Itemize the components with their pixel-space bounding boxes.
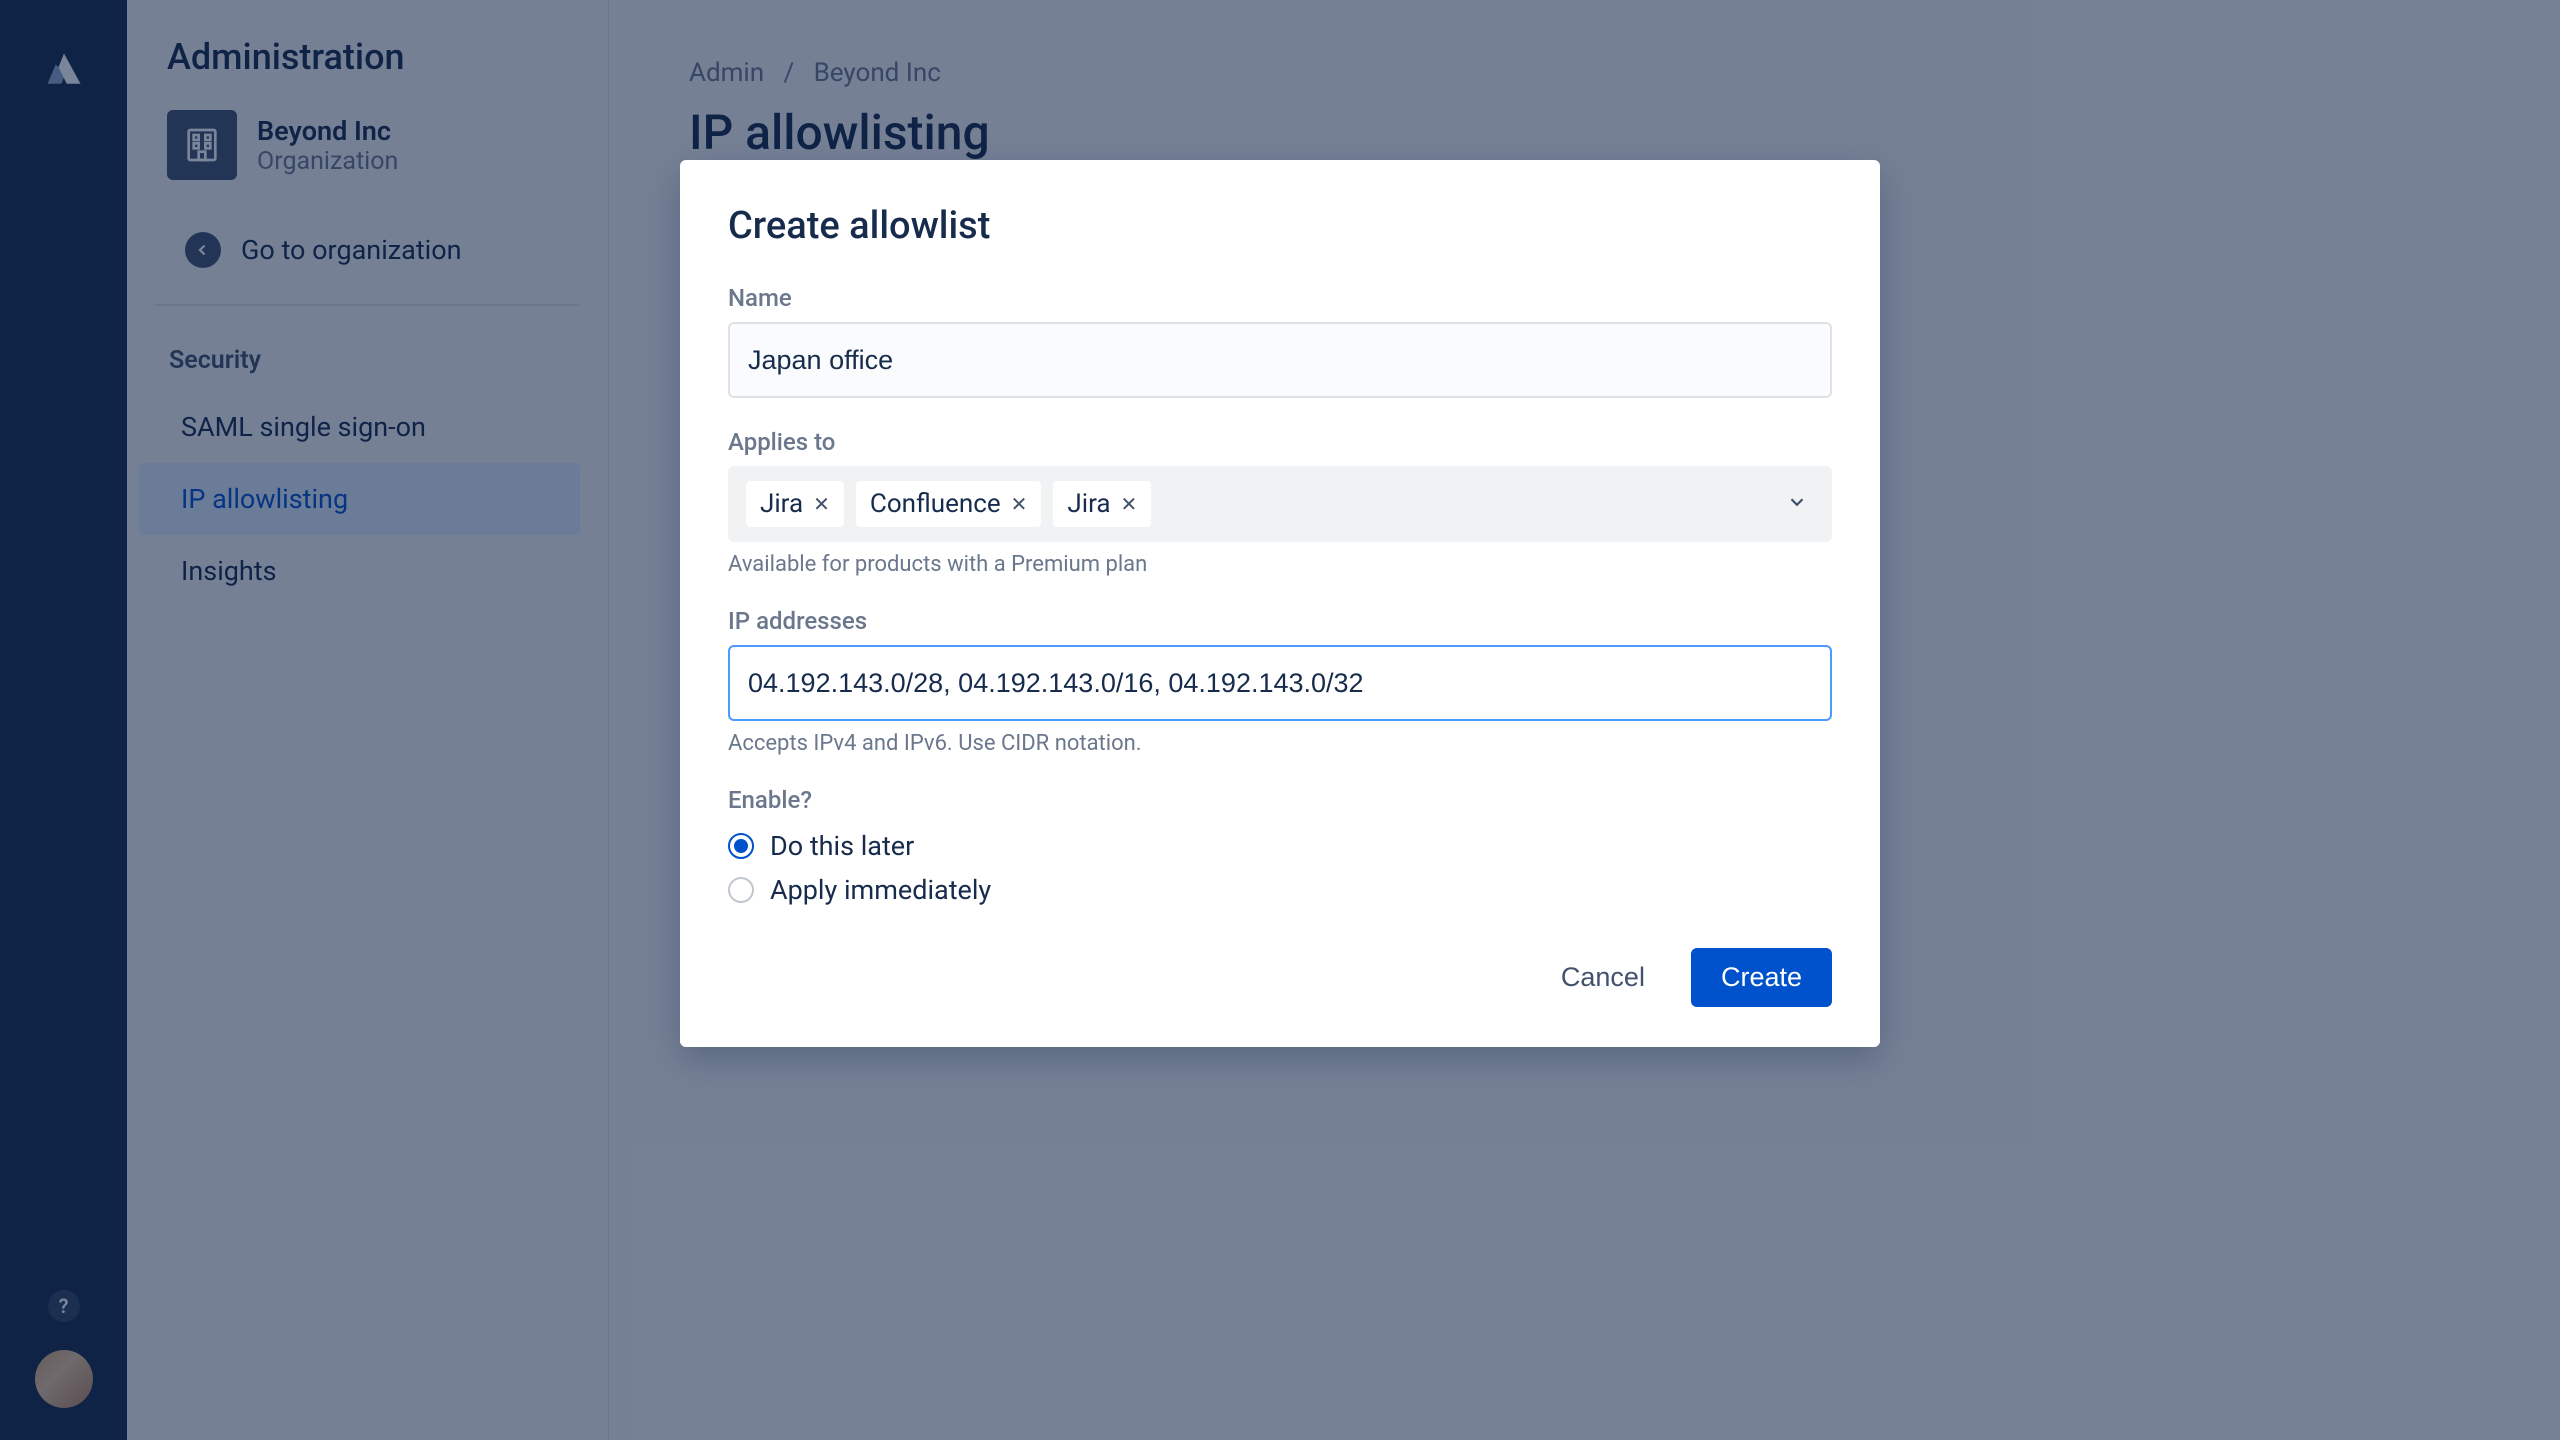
close-icon[interactable]: ✕ [1011,492,1028,516]
ip-label: IP addresses [728,607,1832,635]
chevron-down-icon[interactable] [1786,491,1808,517]
applies-to-select[interactable]: Jira ✕ Confluence ✕ Jira ✕ [728,466,1832,542]
create-allowlist-modal: Create allowlist Name Applies to Jira ✕ … [680,160,1880,1047]
name-input[interactable] [728,322,1832,398]
ip-addresses-input[interactable] [728,645,1832,721]
enable-label: Enable? [728,786,1832,814]
radio-do-this-later[interactable]: Do this later [728,824,1832,868]
applies-tag: Jira ✕ [746,481,844,527]
modal-overlay[interactable]: Create allowlist Name Applies to Jira ✕ … [0,0,2560,1440]
applies-to-label: Applies to [728,428,1832,456]
radio-label: Do this later [770,830,914,862]
create-button[interactable]: Create [1691,948,1832,1007]
radio-icon [728,877,754,903]
radio-icon [728,833,754,859]
ip-help: Accepts IPv4 and IPv6. Use CIDR notation… [728,731,1832,756]
radio-apply-immediately[interactable]: Apply immediately [728,868,1832,912]
applies-tag: Confluence ✕ [856,481,1042,527]
name-label: Name [728,284,1832,312]
cancel-button[interactable]: Cancel [1531,948,1675,1007]
close-icon[interactable]: ✕ [1121,492,1138,516]
close-icon[interactable]: ✕ [813,492,830,516]
modal-title: Create allowlist [728,204,1832,248]
radio-label: Apply immediately [770,874,991,906]
applies-help: Available for products with a Premium pl… [728,552,1832,577]
applies-tag: Jira ✕ [1053,481,1151,527]
